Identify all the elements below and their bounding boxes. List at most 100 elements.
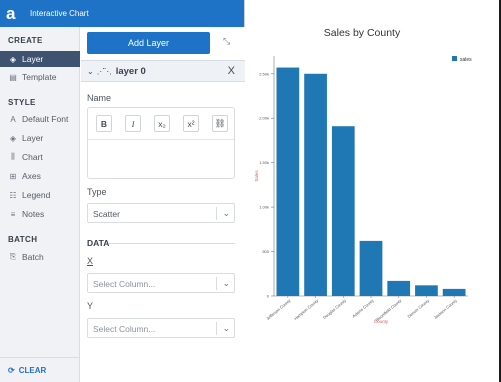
sidebar: CREATE ◈ Layer ▤ Template STYLE A Defaul…: [0, 27, 80, 382]
bar: [442, 288, 466, 296]
divider: [109, 243, 235, 244]
y-label: Y: [87, 301, 94, 311]
font-icon: A: [10, 114, 16, 124]
legend-swatch: [452, 56, 457, 61]
sidebar-item-template[interactable]: ▤ Template: [0, 69, 80, 85]
sidebar-item-label: Chart: [22, 152, 43, 162]
layers-icon: ◈: [9, 133, 17, 143]
collapse-icon[interactable]: ⤡: [223, 36, 230, 47]
bold-button[interactable]: B: [96, 115, 112, 132]
sidebar-item-label: Default Font: [22, 114, 69, 124]
sidebar-item-label: Notes: [22, 209, 45, 219]
sidebar-item-label: Batch: [22, 252, 44, 262]
layer-header[interactable]: ⌄ ⋰⋱ layer 0 X: [81, 60, 245, 82]
batch-heading: BATCH: [8, 235, 38, 244]
app-panel: a Interactive Chart CREATE ◈ Layer ▤ Tem…: [0, 0, 245, 382]
x-label: X: [87, 256, 94, 266]
layers-icon: ◈: [9, 54, 17, 64]
x-tick-label: Jefferson County: [265, 298, 291, 321]
x-tick-label: Hampton County: [293, 298, 319, 321]
sidebar-item-default-font[interactable]: A Default Font: [0, 111, 80, 127]
type-select[interactable]: Scatter ⌄: [87, 203, 235, 223]
sidebar-item-layer[interactable]: ◈ Layer: [0, 51, 80, 67]
select-divider: [216, 207, 217, 220]
batch-icon: ⎘: [9, 252, 17, 261]
sidebar-item-label: Template: [22, 72, 57, 82]
select-divider: [216, 277, 217, 290]
x-tick-label: Denver County: [406, 298, 430, 319]
x-placeholder: Select Column...: [93, 279, 156, 289]
bar: [359, 240, 383, 296]
name-label: Name: [87, 93, 112, 103]
sidebar-item-label: Layer: [22, 133, 44, 143]
y-tick-label: 2.00k: [259, 116, 269, 121]
bar: [331, 126, 355, 296]
x-column-select[interactable]: Select Column... ⌄: [87, 273, 235, 293]
type-label: Type: [87, 187, 107, 197]
bar: [387, 280, 411, 296]
chart-legend: sales: [452, 56, 472, 63]
app-title: Interactive Chart: [30, 9, 89, 18]
create-heading: CREATE: [8, 36, 43, 45]
scatter-icon: ⋰⋱: [96, 66, 112, 76]
bar: [415, 285, 438, 296]
axes-icon: ⊞: [9, 171, 17, 181]
chart-title: Sales by County: [324, 27, 401, 39]
sidebar-item-batch[interactable]: ⎘ Batch: [0, 249, 80, 265]
sidebar-item-legend[interactable]: ☷ Legend: [0, 187, 80, 203]
chevron-down-icon[interactable]: ⌄: [222, 278, 230, 289]
select-divider: [216, 322, 217, 335]
notes-icon: ≡: [10, 209, 16, 219]
app-window: a Interactive Chart CREATE ◈ Layer ▤ Tem…: [0, 0, 501, 382]
sidebar-item-axes[interactable]: ⊞ Axes: [0, 168, 80, 184]
template-icon: ▤: [9, 72, 17, 82]
subscript-button[interactable]: x₂: [154, 115, 170, 132]
chart-bars: [276, 67, 466, 297]
italic-button[interactable]: I: [125, 115, 141, 132]
style-heading: STYLE: [8, 98, 36, 107]
x-tick-label: Adams County: [351, 298, 374, 319]
layer-name: layer 0: [115, 65, 146, 77]
chevron-down-icon[interactable]: ⌄: [87, 67, 94, 76]
bar-chart: Sales by County sales 0 500 1.00k 1.50k 2.00…: [254, 27, 472, 324]
y-tick-label: 500: [262, 249, 269, 254]
bar: [304, 73, 327, 297]
clear-button[interactable]: ⟳ CLEAR: [0, 357, 80, 382]
app-logo: a: [6, 4, 16, 23]
type-value: Scatter: [93, 209, 120, 219]
chart-icon: ⫼: [11, 152, 15, 161]
layer-editor: Add Layer ⤡ ⌄ ⋰⋱ layer 0 X Name B I x₂ x…: [81, 27, 245, 382]
data-heading: DATA: [87, 238, 110, 248]
x-tick-label: Jackson County: [433, 298, 458, 320]
x-tick-label: Douglas County: [322, 298, 347, 320]
y-axis-title: Sales: [254, 170, 259, 182]
refresh-icon: ⟳: [8, 365, 15, 375]
x-axis-title: County: [374, 319, 389, 324]
sidebar-item-label: Legend: [22, 190, 51, 200]
chevron-down-icon[interactable]: ⌄: [222, 208, 230, 219]
chart-area: Sales by County sales 0 500 1.00k 1.50k 2.00…: [246, 0, 501, 382]
y-column-select[interactable]: Select Column... ⌄: [87, 318, 235, 338]
title-bar: a Interactive Chart: [0, 0, 244, 27]
link-button[interactable]: ⛓: [212, 115, 228, 132]
y-tick-label: 2.50k: [259, 71, 269, 76]
sidebar-item-chart[interactable]: ⫼ Chart: [0, 149, 80, 165]
sidebar-item-notes[interactable]: ≡ Notes: [0, 206, 80, 222]
chevron-down-icon[interactable]: ⌄: [222, 323, 230, 334]
format-toolbar: B I x₂ x² ⛓: [88, 108, 234, 140]
clear-label: CLEAR: [18, 365, 47, 375]
superscript-button[interactable]: x²: [183, 115, 199, 132]
y-tick-label: 0: [267, 294, 270, 299]
add-layer-button[interactable]: Add Layer: [87, 32, 210, 54]
sidebar-item-label: Layer: [22, 54, 44, 64]
sidebar-item-style-layer[interactable]: ◈ Layer: [0, 130, 80, 146]
legend-label: sales: [460, 57, 472, 63]
bar: [276, 67, 300, 296]
sidebar-item-label: Axes: [22, 171, 41, 181]
y-placeholder: Select Column...: [93, 324, 156, 334]
y-tick-label: 1.00k: [259, 205, 269, 210]
close-icon[interactable]: X: [228, 65, 235, 77]
name-editor[interactable]: B I x₂ x² ⛓: [87, 107, 235, 179]
legend-icon: ☷: [9, 190, 17, 200]
y-tick-label: 1.50k: [259, 160, 269, 165]
